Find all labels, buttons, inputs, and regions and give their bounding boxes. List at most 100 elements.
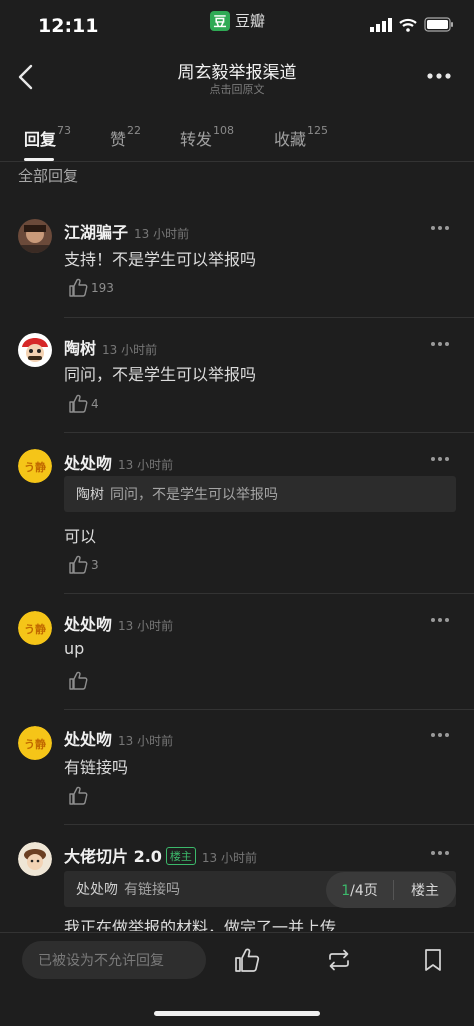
op-badge: 楼主 [165, 847, 196, 865]
comment-more-icon[interactable] [430, 456, 450, 462]
author-name: 处处吻 [64, 615, 113, 634]
comment-more-icon[interactable] [430, 850, 450, 856]
quote-author: 陶树 [76, 487, 104, 503]
like-count: 4 [91, 396, 99, 411]
thumbs-up-icon [69, 786, 88, 805]
page-indicator[interactable]: 1/4页 [326, 880, 394, 900]
comment-time: 13 小时前 [118, 619, 174, 633]
svg-text:う静: う静 [24, 460, 46, 474]
op-only-button[interactable]: 楼主 [394, 880, 456, 900]
comment-more-icon[interactable] [430, 341, 450, 347]
tab-count: 108 [213, 124, 235, 137]
comment-text: 有链接吗 [64, 758, 129, 777]
like-count: 3 [91, 557, 99, 572]
comment-author[interactable]: 处处吻 13 小时前 [64, 611, 173, 635]
tab-count: 73 [57, 124, 72, 137]
tab-replies[interactable]: 回复 73 [24, 124, 72, 150]
svg-text:う静: う静 [24, 737, 46, 751]
quoted-reply[interactable]: 陶树 同问，不是学生可以举报吗 [64, 476, 456, 512]
avatar[interactable] [18, 842, 52, 876]
comment-author[interactable]: 陶树 13 小时前 [64, 335, 157, 359]
status-time: 12:11 [38, 15, 99, 37]
home-indicator [154, 1011, 320, 1016]
total-pages: /4页 [350, 883, 378, 899]
comment-text: 我正在做举报的材料，做完了一并上传 [64, 918, 337, 931]
comment-text: up [64, 639, 85, 658]
comment-author[interactable]: 江湖骗子 13 小时前 [64, 219, 189, 243]
author-name: 处处吻 [64, 454, 113, 473]
divider [64, 593, 474, 594]
page-navigator: 1/4页 楼主 [326, 872, 456, 908]
avatar[interactable] [18, 333, 52, 367]
more-options-icon[interactable] [426, 66, 452, 86]
battery-icon [424, 17, 453, 32]
back-to-original-link[interactable]: 点击回原文 [0, 81, 474, 97]
like-button[interactable]: 4 [68, 394, 99, 413]
author-name: 大佬切片 2.0 [64, 847, 162, 866]
tab-label: 转发 [180, 130, 213, 149]
like-icon[interactable] [234, 947, 260, 973]
tab-label: 收藏 [274, 130, 307, 149]
comment-more-icon[interactable] [430, 732, 450, 738]
nav-bar: 周玄毅举报渠道 点击回原文 [0, 52, 474, 102]
comment-text: 同问，不是学生可以举报吗 [64, 365, 257, 384]
author-name: 江湖骗子 [64, 223, 129, 242]
like-button[interactable] [68, 671, 88, 690]
bookmark-icon[interactable] [420, 947, 446, 973]
comment-author[interactable]: 处处吻 13 小时前 [64, 726, 173, 750]
tab-reposts[interactable]: 转发 108 [180, 124, 235, 150]
quote-text: 同问，不是学生可以举报吗 [110, 487, 278, 503]
tab-likes[interactable]: 赞 22 [110, 124, 142, 150]
status-icons [370, 17, 454, 32]
comment-more-icon[interactable] [430, 617, 450, 623]
app-name: 豆瓣 [235, 12, 266, 30]
thumbs-up-icon [69, 278, 88, 297]
comment-time: 13 小时前 [118, 734, 174, 748]
signal-icon [370, 17, 392, 32]
tab-bar: 回复 73 赞 22 转发 108 收藏 125 [0, 118, 474, 162]
comment-author[interactable]: 大佬切片 2.0 楼主 13 小时前 [64, 843, 257, 867]
douban-logo-icon: 豆 [210, 10, 230, 31]
thumbs-up-icon [69, 671, 88, 690]
comment-text: 支持！不是学生可以举报吗 [64, 250, 257, 269]
comment-time: 13 小时前 [201, 851, 258, 865]
quote-text: 有链接吗 [124, 882, 180, 898]
quote-author: 处处吻 [76, 882, 118, 898]
status-bar: 12:11 豆 豆瓣 [0, 0, 474, 52]
comment-more-icon[interactable] [430, 225, 450, 231]
comment-time: 13 小时前 [134, 227, 190, 241]
tab-label: 回复 [24, 130, 57, 149]
comment-time: 13 小时前 [118, 458, 174, 472]
thumbs-up-icon [69, 555, 88, 574]
repost-icon[interactable] [326, 947, 352, 973]
like-button[interactable] [68, 786, 88, 805]
active-tab-indicator [24, 158, 54, 161]
avatar[interactable]: う静 [18, 726, 52, 760]
comment-text: 可以 [64, 527, 97, 546]
like-button[interactable]: 3 [68, 555, 99, 574]
tab-label: 赞 [110, 130, 127, 149]
reply-input[interactable]: 已被设为不允许回复 [22, 941, 206, 979]
comment-author[interactable]: 处处吻 13 小时前 [64, 450, 173, 474]
author-name: 处处吻 [64, 730, 113, 749]
wifi-icon [399, 18, 417, 32]
bottom-action-bar: 已被设为不允许回复 [0, 932, 474, 1026]
app-indicator: 豆 豆瓣 [210, 10, 265, 31]
svg-text:う静: う静 [24, 622, 46, 636]
current-page: 1 [341, 883, 351, 899]
tab-count: 22 [127, 124, 142, 137]
divider [64, 709, 474, 710]
comment-time: 13 小时前 [102, 343, 158, 357]
like-count: 193 [91, 280, 114, 295]
thumbs-up-icon [69, 394, 88, 413]
section-label: 全部回复 [18, 167, 79, 185]
tab-count: 125 [307, 124, 329, 137]
divider [64, 824, 474, 825]
author-name: 陶树 [64, 339, 97, 358]
like-button[interactable]: 193 [68, 278, 114, 297]
avatar[interactable] [18, 219, 52, 253]
divider [64, 317, 474, 318]
avatar[interactable]: う静 [18, 611, 52, 645]
tab-collections[interactable]: 收藏 125 [274, 124, 329, 150]
avatar[interactable]: う静 [18, 449, 52, 483]
